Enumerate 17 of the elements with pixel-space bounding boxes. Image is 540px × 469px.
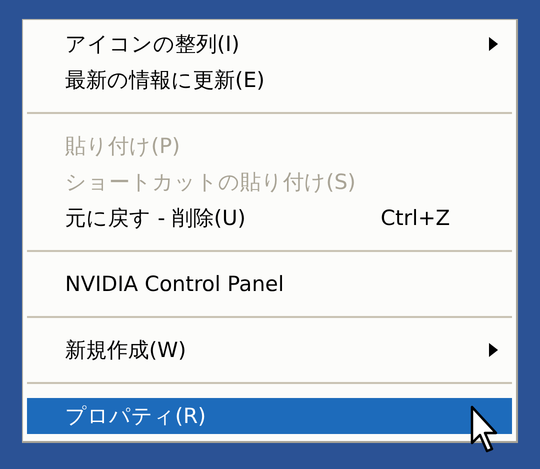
- submenu-arrow-icon: [489, 343, 498, 357]
- menu-item-label: 最新の情報に更新(E): [65, 67, 266, 94]
- menu-item[interactable]: アイコンの整列(I): [27, 26, 512, 62]
- menu-item[interactable]: プロパティ(R): [27, 398, 512, 434]
- menu-item[interactable]: 最新の情報に更新(E): [27, 62, 512, 98]
- submenu-arrow-icon: [489, 37, 498, 51]
- menu-item-label: 貼り付け(P): [65, 133, 182, 160]
- menu-item-label: ショートカットの貼り付け(S): [65, 169, 357, 196]
- shortcut-label: Ctrl+Z: [380, 206, 450, 230]
- menu-item-label: プロパティ(R): [65, 403, 207, 430]
- menu-item-label: 新規作成(W): [65, 337, 188, 364]
- menu-item-label: アイコンの整列(I): [65, 31, 241, 58]
- menu-item[interactable]: NVIDIA Control Panel: [27, 266, 512, 302]
- menu-item[interactable]: 元に戻す - 削除(U) Ctrl+Z: [27, 200, 512, 236]
- menu-item-label: NVIDIA Control Panel: [65, 272, 285, 296]
- menu-item[interactable]: 新規作成(W): [27, 332, 512, 368]
- menu-item-label: 元に戻す - 削除(U): [65, 205, 247, 232]
